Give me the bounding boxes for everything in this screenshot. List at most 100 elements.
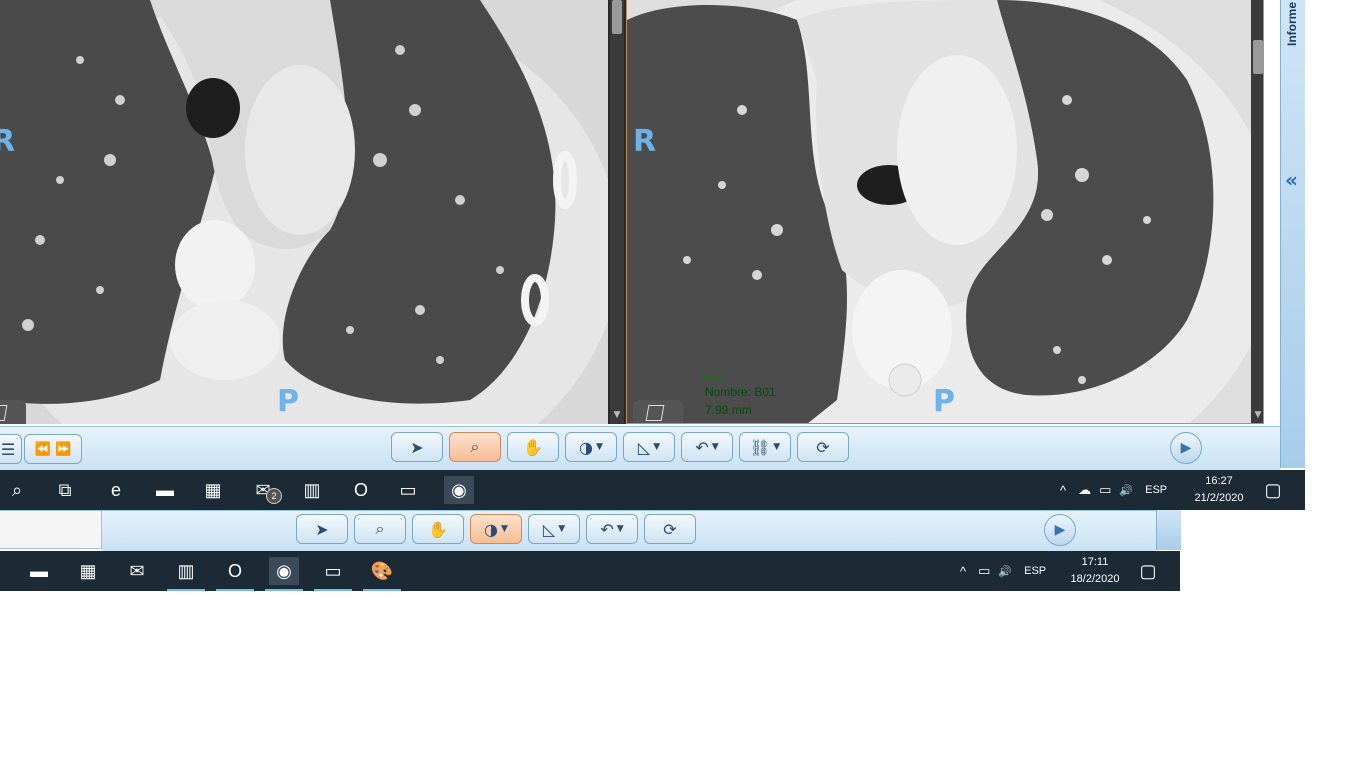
tray-overflow-icon[interactable]: ^	[960, 564, 966, 579]
dropdown-caret-icon[interactable]: ▼	[558, 524, 565, 534]
outlook-icon-glyph: O	[353, 479, 368, 500]
measure-tool-button[interactable]: ◺ ▼	[528, 514, 580, 544]
app-icon-glyph: ▭	[399, 479, 417, 500]
pan-tool-button[interactable]: ✋	[507, 432, 559, 462]
network-icon[interactable]: ▭	[978, 563, 990, 579]
viewer-toolbar: ☰ ⏪ ⏩ ➤ ⌕ ✋ ◑ ▼ ◺ ▼ ↶ ▼ ⛓ ▼ ⟳ ▶	[0, 426, 1280, 471]
store-icon-glyph: ▦	[204, 479, 222, 500]
scrollbar-thumb[interactable]	[1253, 40, 1263, 74]
ct-image-left	[0, 0, 608, 424]
zoom-tool-button[interactable]: ⌕	[354, 514, 406, 544]
next-series-icon[interactable]: ⏩	[55, 442, 71, 457]
chrome-icon[interactable]: ◉	[444, 476, 474, 504]
file-explorer-icon[interactable]: ▬	[24, 557, 54, 585]
outlook-icon[interactable]: O	[346, 476, 376, 504]
right-viewport-scrollbar[interactable]: ▼	[1251, 0, 1263, 423]
network-icon[interactable]: ▭	[1099, 482, 1111, 498]
scroll-down-arrow-icon[interactable]: ▼	[1252, 410, 1263, 420]
report-panel-label[interactable]: Informe	[1285, 2, 1299, 46]
left-viewport-scrollbar[interactable]: ▼	[610, 0, 624, 424]
windows-taskbar-bottom: ▬ ▦ ✉ ▥ O ◉ ▭ 🎨 ^ ▭ 🔊 ESP 17:11 18/2/2020 ▢	[0, 551, 1180, 591]
scroll-down-arrow-icon[interactable]: ▼	[611, 410, 623, 420]
app-icon[interactable]: ▭	[393, 476, 423, 504]
unread-badge: 2	[266, 488, 282, 504]
mail-icon[interactable]: ✉	[122, 557, 152, 585]
app-icon-glyph: ▥	[303, 479, 321, 500]
clock-date: 18/2/2020	[1070, 573, 1120, 585]
angle-icon: ↶	[695, 437, 709, 457]
report-side-panel[interactable]: Informe «	[1280, 0, 1305, 468]
3d-cube-button[interactable]	[633, 400, 683, 423]
scrollbar-thumb[interactable]	[612, 0, 622, 34]
paint-icon[interactable]: 🎨	[363, 557, 401, 591]
magnifier-icon: ⌕	[470, 437, 480, 456]
series-nav-buttons[interactable]: ⏪ ⏩	[24, 434, 82, 464]
outlook-icon[interactable]: O	[216, 557, 254, 591]
ruler-icon: ◺	[637, 437, 651, 457]
3d-cube-button[interactable]	[0, 400, 26, 424]
viewport-separator: ▼	[608, 0, 626, 424]
menu-icon: ☰	[0, 439, 16, 459]
volume-icon[interactable]: 🔊	[998, 565, 1012, 578]
annotation-measurement: 7.99 mm	[705, 403, 752, 417]
dropdown-caret-icon[interactable]: ▼	[617, 524, 624, 534]
pointer-icon: ➤	[410, 437, 424, 457]
app-icon[interactable]: ▭	[314, 557, 352, 591]
input-box[interactable]	[0, 510, 102, 549]
viewer-toolbar-secondary: ➤ ⌕ ✋ ◑ ▼ ◺ ▼ ↶ ▼ ⟳ ▶	[102, 510, 1156, 551]
ruler-icon: ◺	[542, 519, 556, 539]
volume-icon[interactable]: 🔊	[1119, 484, 1133, 497]
orientation-right-label: R	[633, 124, 657, 159]
mail-icon[interactable]: ✉ 2	[248, 476, 282, 504]
chrome-icon[interactable]: ◉	[265, 557, 303, 591]
ct-viewport-right[interactable]: R P Nombre: B01 7.99 mm ▼	[626, 0, 1264, 424]
reset-tool-button[interactable]: ⟳	[644, 514, 696, 544]
app-icon[interactable]: ▥	[167, 557, 205, 591]
contrast-icon: ◑	[484, 519, 499, 539]
app-icon[interactable]: ▥	[297, 476, 327, 504]
ct-viewport-left[interactable]: R P	[0, 0, 608, 424]
task-view-icon[interactable]: ⧉	[50, 476, 80, 504]
select-tool-button[interactable]: ➤	[391, 432, 443, 462]
angle-tool-button[interactable]: ↶ ▼	[681, 432, 733, 462]
zoom-tool-button[interactable]: ⌕	[449, 432, 501, 462]
collapse-panel-icon[interactable]: «	[1285, 168, 1298, 192]
annotation-name: Nombre: B01	[705, 385, 776, 399]
measurement-annotation[interactable]: Nombre: B01 7.99 mm	[705, 383, 776, 419]
language-indicator[interactable]: ESP	[1024, 565, 1046, 577]
system-tray[interactable]: ^ ☁ ▭ 🔊 ESP	[1060, 470, 1167, 510]
system-tray[interactable]: ^ ▭ 🔊 ESP	[960, 551, 1046, 591]
orientation-posterior-label: P	[933, 384, 955, 419]
edge-icon[interactable]: e	[101, 476, 131, 504]
notification-center-icon[interactable]: ▢	[1133, 557, 1163, 585]
window-level-tool-button[interactable]: ◑ ▼	[470, 514, 522, 544]
dropdown-caret-icon[interactable]: ▼	[501, 524, 508, 534]
tray-overflow-icon[interactable]: ^	[1060, 483, 1066, 498]
annotate-tool-button[interactable]: ⛓ ▼	[739, 432, 791, 462]
notification-center-icon[interactable]: ▢	[1258, 476, 1288, 504]
dropdown-caret-icon[interactable]: ▼	[773, 442, 780, 452]
pan-tool-button[interactable]: ✋	[412, 514, 464, 544]
select-tool-button[interactable]: ➤	[296, 514, 348, 544]
dropdown-caret-icon[interactable]: ▼	[712, 442, 719, 452]
file-explorer-icon[interactable]: ▬	[150, 476, 180, 504]
store-icon[interactable]: ▦	[73, 557, 103, 585]
search-icon[interactable]: ⌕	[2, 476, 32, 504]
store-icon[interactable]: ▦	[198, 476, 228, 504]
clock[interactable]: 17:11 18/2/2020	[1064, 554, 1126, 588]
menu-button[interactable]: ☰	[0, 434, 22, 464]
clock-time: 16:27	[1205, 475, 1233, 487]
dropdown-caret-icon[interactable]: ▼	[596, 442, 603, 452]
onedrive-icon[interactable]: ☁	[1078, 482, 1091, 498]
window-level-tool-button[interactable]: ◑ ▼	[565, 432, 617, 462]
report-side-panel-edge[interactable]	[1156, 510, 1181, 550]
measure-tool-button[interactable]: ◺ ▼	[623, 432, 675, 462]
angle-tool-button[interactable]: ↶ ▼	[586, 514, 638, 544]
reset-tool-button[interactable]: ⟳	[797, 432, 849, 462]
previous-series-icon[interactable]: ⏪	[35, 442, 51, 457]
language-indicator[interactable]: ESP	[1145, 484, 1167, 496]
clock[interactable]: 16:27 21/2/2020	[1188, 473, 1250, 507]
dropdown-caret-icon[interactable]: ▼	[653, 442, 660, 452]
play-button[interactable]: ▶	[1170, 432, 1202, 464]
play-button[interactable]: ▶	[1044, 514, 1076, 546]
